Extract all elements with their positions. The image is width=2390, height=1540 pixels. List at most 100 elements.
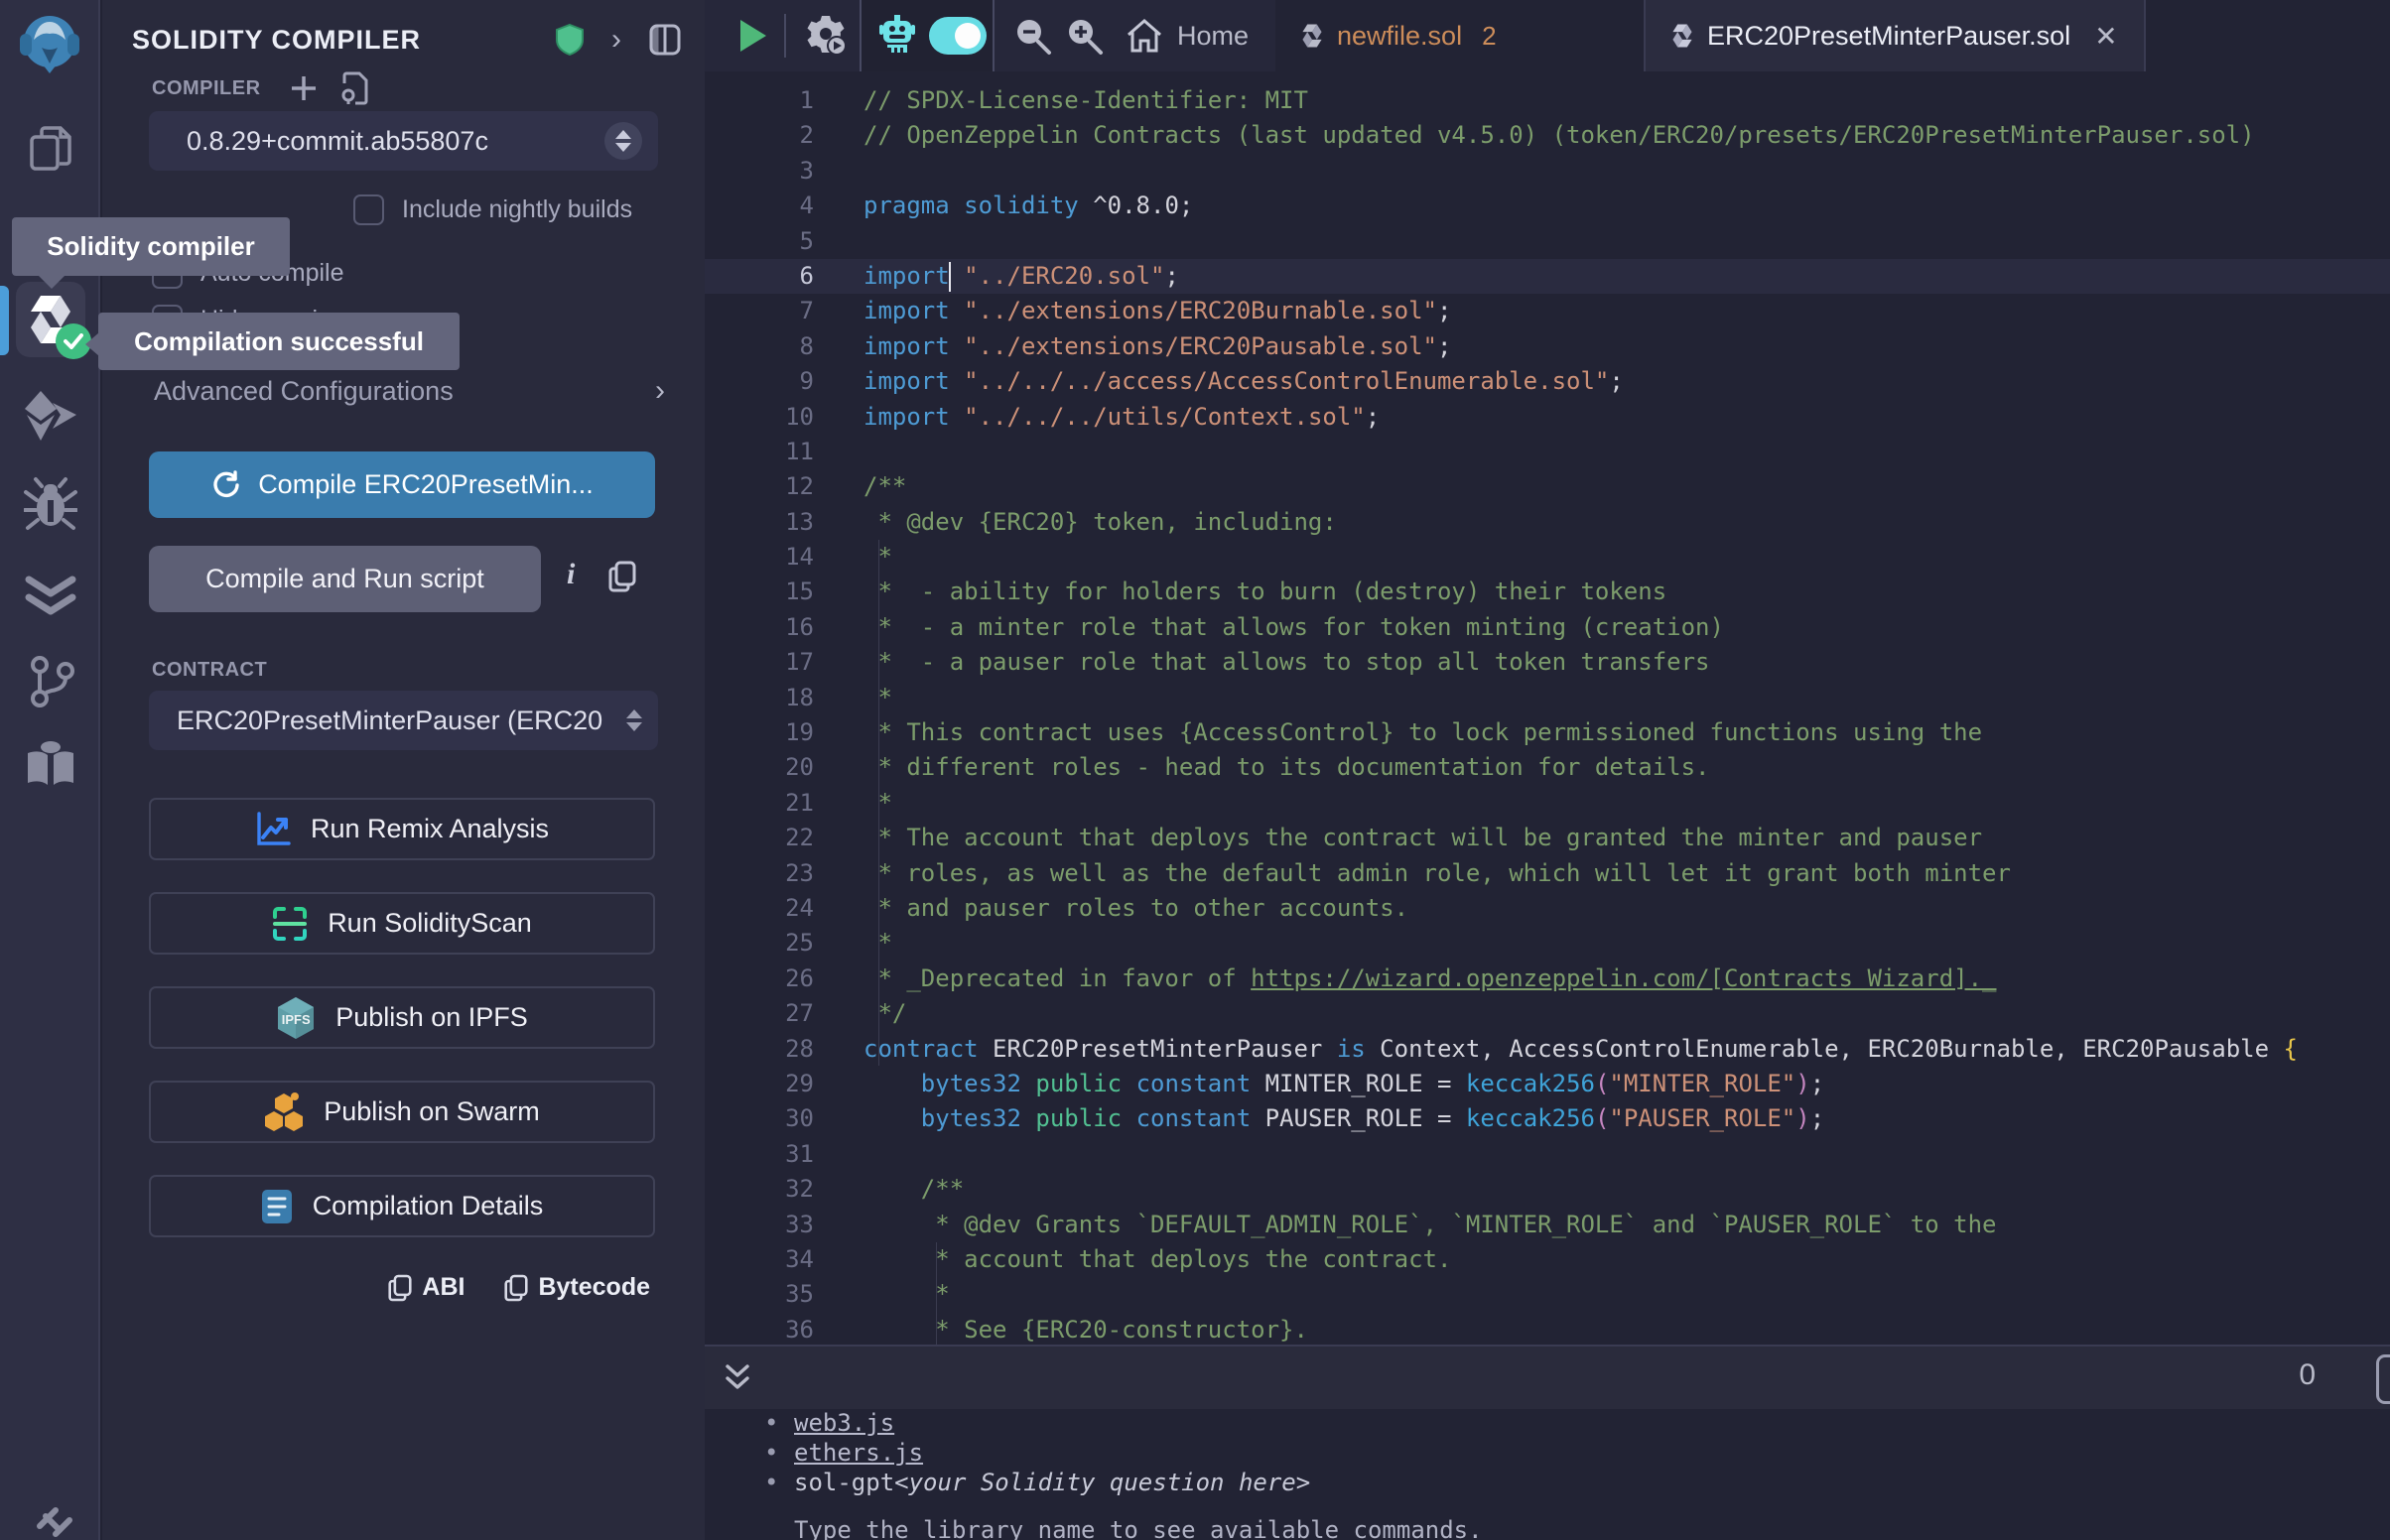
pin-panel-icon[interactable] [649,24,681,56]
home-label: Home [1177,21,1249,52]
code-line[interactable]: 25 * [705,926,2390,961]
terminal-list-item: •ethers.js [764,1439,2390,1469]
code-line[interactable]: 35 * [705,1277,2390,1312]
contract-section-label: CONTRACT [152,659,267,682]
code-line[interactable]: 32 /** [705,1172,2390,1207]
contract-select-value: ERC20PresetMinterPauser (ERC20 [177,706,626,736]
info-icon[interactable]: i [567,558,575,591]
contract-select[interactable]: ERC20PresetMinterPauser (ERC20 [149,691,658,750]
run-remix-analysis-button[interactable]: Run Remix Analysis [149,798,655,860]
debugger-icon[interactable] [0,476,100,532]
code-line[interactable]: 28contract ERC20PresetMinterPauser is Co… [705,1032,2390,1067]
code-line[interactable]: 20 * different roles - head to its docum… [705,750,2390,785]
terminal-search-input[interactable] [2376,1354,2390,1404]
shield-icon[interactable] [556,24,584,56]
terminal-list-item: •sol-gpt <your Solidity question here> [764,1469,2390,1498]
code-line[interactable]: 5 [705,224,2390,259]
add-compiler-icon[interactable] [289,73,319,108]
terminal-expand-icon[interactable] [723,1347,752,1408]
home-icon [1126,18,1163,54]
terminal-output[interactable]: •web3.js•ethers.js•sol-gpt <your Solidit… [705,1409,2390,1540]
code-line[interactable]: 12/** [705,469,2390,504]
code-line[interactable]: 1// SPDX-License-Identifier: MIT [705,83,2390,118]
code-line[interactable]: 15 * - ability for holders to burn (dest… [705,575,2390,609]
compile-and-run-button[interactable]: Compile and Run script [149,546,541,612]
publish-ipfs-button[interactable]: IPFS Publish on IPFS [149,986,655,1049]
code-line[interactable]: 6import "../ERC20.sol"; [705,259,2390,294]
details-document-icon [261,1189,293,1224]
copy-icon [388,1274,412,1302]
plugin-manager-icon[interactable] [0,1504,100,1540]
code-line[interactable]: 9import "../../../access/AccessControlEn… [705,364,2390,399]
code-line[interactable]: 36 * See {ERC20-constructor}. [705,1313,2390,1345]
indent-guide [936,1242,937,1345]
code-line[interactable]: 13 * @dev {ERC20} token, including: [705,505,2390,540]
code-line[interactable]: 2// OpenZeppelin Contracts (last updated… [705,118,2390,153]
advanced-expand-chevron-icon[interactable]: › [655,374,665,408]
code-line[interactable]: 29 bytes32 public constant MINTER_ROLE =… [705,1067,2390,1101]
zoom-in-icon[interactable] [1064,0,1104,71]
code-line[interactable]: 22 * The account that deploys the contra… [705,821,2390,855]
code-line[interactable]: 18 * [705,681,2390,715]
solidity-analyzers-icon[interactable] [0,568,100,621]
advanced-configurations[interactable]: Advanced Configurations › [154,374,665,408]
compiler-version-select[interactable]: 0.8.29+commit.ab55807c [149,111,658,171]
panel-expand-chevron-icon[interactable]: › [611,23,621,57]
code-line[interactable]: 34 * account that deploys the contract. [705,1242,2390,1277]
compile-button[interactable]: Compile ERC20PresetMin... [149,451,655,518]
code-line[interactable]: 30 bytes32 public constant PAUSER_ROLE =… [705,1101,2390,1136]
terminal-library-link[interactable]: ethers.js [794,1439,923,1467]
terminal-list-item: •web3.js [764,1409,2390,1439]
run-remix-analysis-label: Run Remix Analysis [311,814,549,844]
code-editor[interactable]: 1// SPDX-License-Identifier: MIT2// Open… [705,71,2390,1345]
copy-bytecode-button[interactable]: Bytecode [504,1273,650,1302]
tab-erc20presetminterpauser[interactable]: ERC20PresetMinterPauser.sol ✕ [1644,0,2146,71]
solidity-file-icon [1671,23,1693,49]
code-line[interactable]: 4pragma solidity ^0.8.0; [705,189,2390,223]
run-script-button[interactable] [736,0,768,71]
terminal-footer-text: Type the library name to see available c… [794,1516,2390,1540]
code-line[interactable]: 24 * and pauser roles to other accounts. [705,891,2390,926]
zoom-out-icon[interactable] [1012,0,1052,71]
compiler-version-value: 0.8.29+commit.ab55807c [187,126,604,157]
code-line[interactable]: 26 * _Deprecated in favor of https://wiz… [705,962,2390,996]
learneth-icon[interactable] [0,739,100,789]
solidity-file-icon [1301,23,1323,49]
tab-home[interactable]: Home [1126,0,1249,71]
publish-swarm-label: Publish on Swarm [324,1096,540,1127]
file-explorer-icon[interactable] [0,125,100,173]
code-line[interactable]: 31 [705,1137,2390,1172]
compilation-details-button[interactable]: Compilation Details [149,1175,655,1237]
code-line[interactable]: 17 * - a pauser role that allows to stop… [705,645,2390,680]
terminal-library-link[interactable]: web3.js [794,1409,894,1437]
code-line[interactable]: 14 * [705,540,2390,575]
compiler-config-file-icon[interactable] [340,71,370,110]
select-arrows-icon [604,122,642,160]
tab-newfile[interactable]: newfile.sol 2 [1275,0,1523,71]
tab-close-icon[interactable]: ✕ [2094,20,2117,53]
copy-abi-button[interactable]: ABI [388,1273,465,1302]
publish-swarm-button[interactable]: Publish on Swarm [149,1081,655,1143]
ai-copilot-toggle[interactable] [929,0,987,71]
code-line[interactable]: 19 * This contract uses {AccessControl} … [705,715,2390,750]
code-line[interactable]: 23 * roles, as well as the default admin… [705,856,2390,891]
select-arrows-icon [626,709,642,731]
code-line[interactable]: 11 [705,435,2390,469]
remix-ai-robot-icon[interactable] [879,0,915,71]
remix-logo-icon[interactable] [14,8,85,79]
run-solidityscan-button[interactable]: Run SolidityScan [149,892,655,955]
code-line[interactable]: 10import "../../../utils/Context.sol"; [705,400,2390,435]
code-line[interactable]: 7import "../extensions/ERC20Burnable.sol… [705,294,2390,328]
code-line[interactable]: 3 [705,154,2390,189]
code-line[interactable]: 27 */ [705,996,2390,1031]
compiler-section-label: COMPILER [152,77,261,100]
deploy-run-icon[interactable] [0,389,100,443]
code-line[interactable]: 33 * @dev Grants `DEFAULT_ADMIN_ROLE`, `… [705,1208,2390,1242]
copy-script-icon[interactable] [608,561,636,597]
code-line[interactable]: 8import "../extensions/ERC20Pausable.sol… [705,329,2390,364]
script-config-gear-icon[interactable] [804,0,848,71]
code-line[interactable]: 16 * - a minter role that allows for tok… [705,610,2390,645]
code-line[interactable]: 21 * [705,786,2390,821]
git-icon[interactable] [0,655,100,708]
nightly-builds-checkbox[interactable] [353,194,384,225]
